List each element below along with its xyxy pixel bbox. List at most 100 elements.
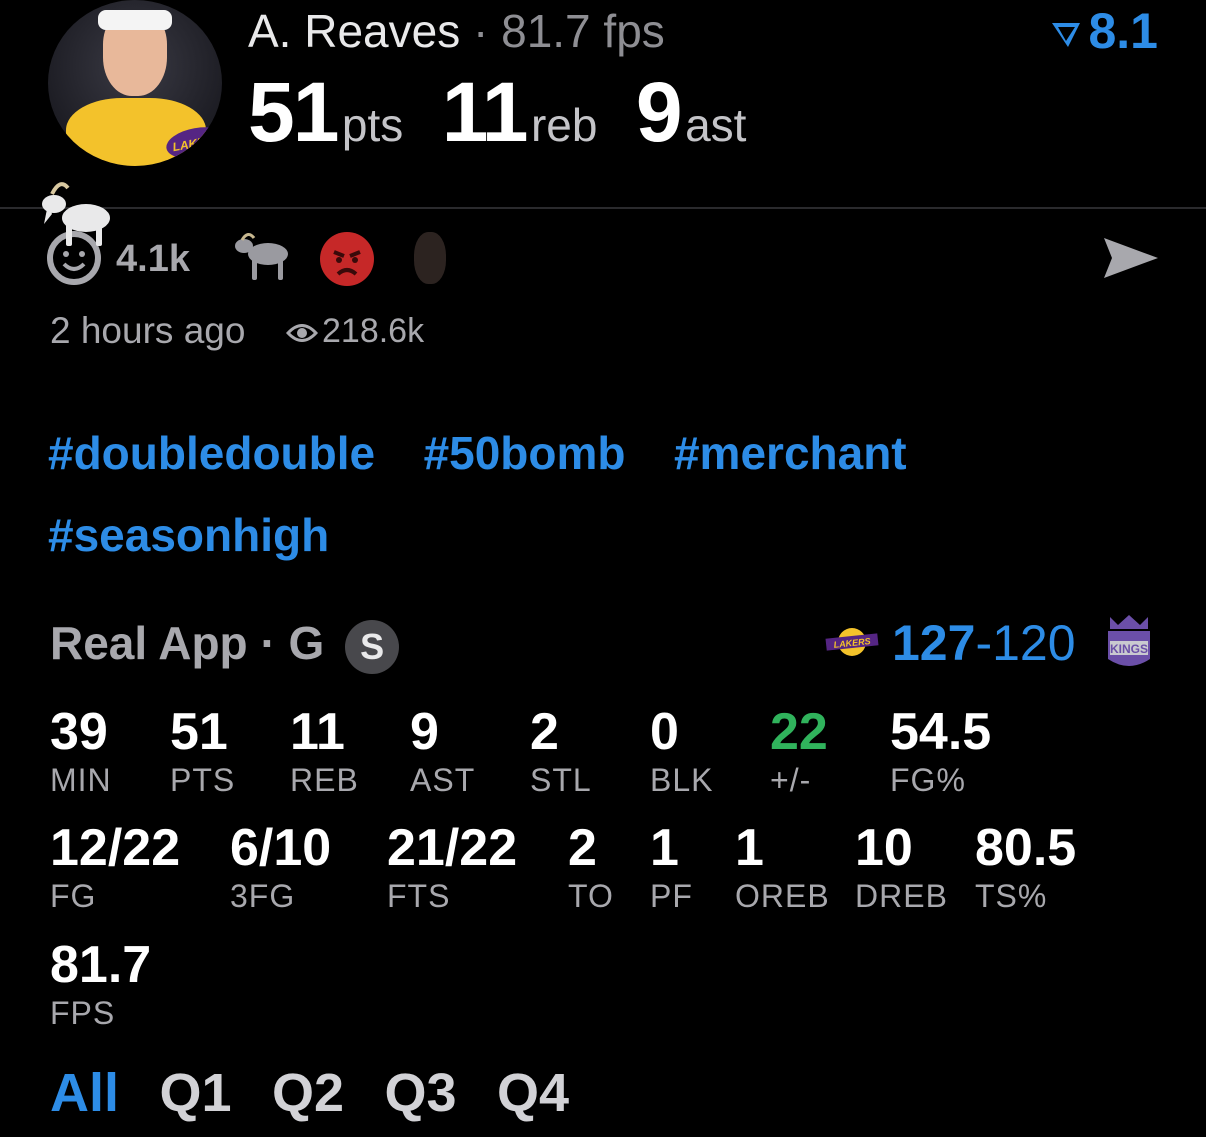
hashtag[interactable]: #merchant <box>674 412 907 494</box>
stat-oreb: 1 OREB <box>735 818 830 914</box>
stat-label: FG <box>50 878 97 914</box>
player-name[interactable]: A. Reaves <box>248 5 460 57</box>
stat-value: 39 <box>50 703 108 761</box>
stat-pf: 1 PF <box>650 818 693 914</box>
stat-value: 54.5 <box>890 703 992 761</box>
tab-q3[interactable]: Q3 <box>384 1062 456 1124</box>
stat-value: 22 <box>770 703 828 761</box>
view-count-value: 218.6k <box>322 312 425 350</box>
stat-label: PF <box>650 878 693 914</box>
pts-value: 51 <box>248 65 339 159</box>
reb-unit: reb <box>530 99 598 151</box>
header-separator: · <box>473 5 489 57</box>
view-count: 218.6k <box>285 312 425 351</box>
stat-fps: 81.7 FPS <box>50 935 151 1031</box>
goat-icon[interactable] <box>234 230 292 284</box>
stat-value: 1 <box>650 819 679 877</box>
game-score[interactable]: 127-120 <box>892 614 1076 672</box>
stat-label: FTS <box>387 878 451 914</box>
add-reaction-icon[interactable] <box>30 174 120 286</box>
stat-value: 12/22 <box>50 819 181 877</box>
stat-label: 3FG <box>230 878 296 914</box>
tab-all[interactable]: All <box>50 1062 119 1124</box>
player-head-icon[interactable] <box>414 232 446 284</box>
stat-label: TO <box>568 878 614 914</box>
stat-value: 2 <box>568 819 597 877</box>
stat-label: OREB <box>735 878 830 914</box>
away-score: 120 <box>992 615 1076 671</box>
stat-label: REB <box>290 762 359 798</box>
stat-to: 2 TO <box>568 818 614 914</box>
stat-value: 81.7 <box>50 936 152 994</box>
hashtag-list: #doubledouble #50bomb #merchant #seasonh… <box>48 412 1148 576</box>
post-time: 2 hours ago <box>50 310 246 351</box>
home-score: 127 <box>892 615 976 671</box>
stat-label: DREB <box>855 878 948 914</box>
stat-pts: 51 PTS <box>170 702 235 798</box>
stat-label: FG% <box>890 762 966 798</box>
player-position: G <box>288 617 325 669</box>
stat-label: +/- <box>770 762 812 798</box>
tab-q1[interactable]: Q1 <box>159 1062 231 1124</box>
stat-value: 10 <box>855 819 913 877</box>
kings-logo-text: KINGS <box>1110 642 1148 656</box>
period-tabs: All Q1 Q2 Q3 Q4 <box>50 1062 605 1124</box>
lakers-logo-icon: LAKERS <box>825 628 879 656</box>
share-icon[interactable] <box>1102 234 1160 282</box>
stat-label: TS% <box>975 878 1048 914</box>
stat-label: STL <box>530 762 592 798</box>
stat-value: 21/22 <box>387 819 518 877</box>
stat-value: 11 <box>290 703 345 761</box>
ast-unit: ast <box>685 99 747 151</box>
hashtag[interactable]: #50bomb <box>424 412 626 494</box>
stat-blk: 0 BLK <box>650 702 713 798</box>
stat-label: FPS <box>50 995 116 1031</box>
stat-fts: 21/22 FTS <box>387 818 517 914</box>
rating-chevron-icon <box>1052 22 1081 47</box>
player-header[interactable]: A. Reaves · 81.7 fps <box>248 4 665 58</box>
score-dash: - <box>975 615 993 671</box>
stat-stl: 2 STL <box>530 702 592 798</box>
player-avatar[interactable]: LAKERS <box>48 0 222 166</box>
headline-stats: 51 pts 11 reb 9 ast <box>248 64 780 161</box>
tab-q2[interactable]: Q2 <box>272 1062 344 1124</box>
stat-value: 9 <box>410 703 439 761</box>
stat-3fg: 6/10 3FG <box>230 818 331 914</box>
ast-value: 9 <box>635 65 683 159</box>
hashtag[interactable]: #seasonhigh <box>48 494 329 576</box>
stat-value: 80.5 <box>975 819 1077 877</box>
stat-plus-minus: 22 +/- <box>770 702 828 798</box>
hashtag[interactable]: #doubledouble <box>48 412 375 494</box>
stat-label: PTS <box>170 762 236 798</box>
stat-dreb: 10 DREB <box>855 818 948 914</box>
stat-label: AST <box>410 762 476 798</box>
reaction-count[interactable]: 4.1k <box>116 238 190 281</box>
reb-value: 11 <box>441 65 529 159</box>
stat-value: 6/10 <box>230 819 332 877</box>
stat-value: 0 <box>650 703 679 761</box>
stat-ts-pct: 80.5 TS% <box>975 818 1076 914</box>
stat-min: 39 MIN <box>50 702 112 798</box>
fps-text: 81.7 fps <box>501 5 665 57</box>
pts-unit: pts <box>341 99 404 151</box>
rating-value: 8.1 <box>1088 3 1158 59</box>
stat-fg-pct: 54.5 FG% <box>890 702 991 798</box>
stat-label: MIN <box>50 762 112 798</box>
source-separator: · <box>260 617 276 669</box>
stat-value: 51 <box>170 703 228 761</box>
rating-badge[interactable]: 8.1 <box>1048 2 1158 60</box>
stat-value: 2 <box>530 703 559 761</box>
stat-ast: 9 AST <box>410 702 475 798</box>
kings-logo-icon: KINGS <box>1108 615 1150 666</box>
stat-value: 1 <box>735 819 764 877</box>
angry-face-icon[interactable] <box>320 232 374 286</box>
header-divider <box>0 207 1206 209</box>
game-source[interactable]: Real App · G S <box>50 616 400 674</box>
stat-reb: 11 REB <box>290 702 359 798</box>
eye-icon <box>285 324 319 343</box>
stat-fg: 12/22 FG <box>50 818 180 914</box>
starter-badge: S <box>345 619 400 674</box>
tab-q4[interactable]: Q4 <box>497 1062 569 1124</box>
source-name: Real App <box>50 617 248 669</box>
stat-label: BLK <box>650 762 714 798</box>
